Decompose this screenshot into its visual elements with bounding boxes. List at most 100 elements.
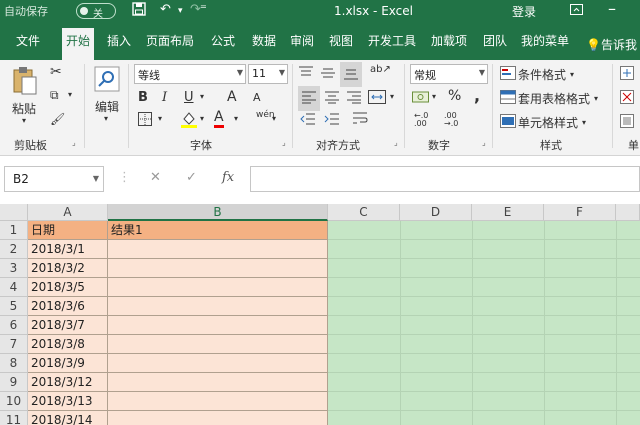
paste-dropdown-icon[interactable]: ▾ [22,116,26,125]
tab-review[interactable]: 审阅 [290,32,314,49]
column-header-a[interactable]: A [28,204,108,221]
tab-addins[interactable]: 加载项 [431,32,467,49]
underline-button[interactable]: U [184,90,194,105]
paste-button[interactable]: 粘贴 [12,100,36,117]
tab-developer[interactable]: 开发工具 [368,32,416,49]
column-header-f[interactable]: F [544,204,616,221]
fill-color-dropdown-icon[interactable]: ▾ [200,114,204,123]
row-header[interactable]: 3 [0,259,28,278]
alignment-launcher-icon[interactable]: ⌟ [394,138,398,147]
increase-decimal-icon[interactable]: ←.0.00 [414,112,428,128]
cell-b[interactable] [108,373,328,392]
increase-indent-icon[interactable] [324,112,340,129]
cell-b[interactable] [108,392,328,411]
tab-insert[interactable]: 插入 [107,32,131,49]
column-header-partial[interactable] [616,204,640,221]
cell-a[interactable]: 2018/3/8 [28,335,108,354]
tab-file[interactable]: 文件 [16,32,40,49]
row-header[interactable]: 4 [0,278,28,297]
cell-a[interactable]: 2018/3/6 [28,297,108,316]
insert-function-icon[interactable]: fx [222,170,234,185]
cell-a[interactable]: 2018/3/13 [28,392,108,411]
cell-a[interactable]: 2018/3/14 [28,411,108,425]
align-bottom-icon[interactable] [340,62,362,87]
cancel-icon[interactable]: ✕ [150,170,161,185]
cell-a[interactable]: 2018/3/12 [28,373,108,392]
tab-team[interactable]: 团队 [483,32,507,49]
row-header[interactable]: 11 [0,411,28,425]
format-painter-icon[interactable]: 🖌 [50,112,65,126]
find-icon[interactable] [94,66,120,95]
formula-input[interactable] [250,166,640,192]
align-left-icon[interactable] [298,86,320,111]
font-color-dropdown-icon[interactable]: ▾ [234,114,238,123]
row-header[interactable]: 8 [0,354,28,373]
comma-button[interactable]: , [474,86,480,105]
italic-button[interactable]: I [162,90,167,105]
customize-toolbar-icon[interactable]: ⁼ [200,2,207,17]
copy-dropdown-icon[interactable]: ▾ [68,90,72,99]
cell-a[interactable]: 2018/3/1 [28,240,108,259]
font-color-button[interactable]: A [214,110,224,128]
align-center-icon[interactable] [324,90,340,107]
decrease-decimal-icon[interactable]: .00 →.0 [444,112,458,128]
orientation-icon[interactable]: ab↗ [370,64,391,75]
align-right-icon[interactable] [346,90,362,107]
conditional-format-button[interactable]: 条件格式 [518,66,566,83]
cell-b[interactable] [108,354,328,373]
column-header-e[interactable]: E [472,204,544,221]
undo-icon[interactable]: ↶ [160,2,171,17]
cell-a[interactable]: 2018/3/5 [28,278,108,297]
cut-icon[interactable]: ✂ [50,64,62,80]
cell-b[interactable] [108,316,328,335]
row-header[interactable]: 6 [0,316,28,335]
wrap-text-icon[interactable] [352,110,368,129]
grow-font-button[interactable]: A [227,89,237,105]
format-cells-icon[interactable] [620,114,634,131]
tell-me-search[interactable]: 💡告诉我 [586,36,637,53]
borders-icon[interactable] [138,112,152,129]
green-filled-range[interactable] [328,221,640,425]
align-top-icon[interactable] [298,66,314,83]
insert-cells-icon[interactable] [620,66,634,83]
enter-icon[interactable]: ✓ [186,170,197,185]
tab-data[interactable]: 数据 [252,32,276,49]
cell-a[interactable]: 2018/3/2 [28,259,108,278]
ribbon-display-icon[interactable] [570,4,583,19]
cell-b[interactable] [108,297,328,316]
tab-home[interactable]: 开始 [62,28,95,60]
row-header[interactable]: 1 [0,221,28,240]
font-launcher-icon[interactable]: ⌟ [282,138,286,147]
cell-b[interactable] [108,335,328,354]
editing-dropdown-icon[interactable]: ▾ [104,114,108,123]
row-header[interactable]: 10 [0,392,28,411]
decrease-indent-icon[interactable] [300,112,316,129]
cell-a[interactable]: 2018/3/7 [28,316,108,335]
column-header-d[interactable]: D [400,204,472,221]
currency-dropdown-icon[interactable]: ▾ [432,92,436,101]
cell-b[interactable] [108,259,328,278]
paste-icon[interactable] [12,66,38,99]
phonetic-dropdown-icon[interactable]: ▾ [272,114,276,123]
number-launcher-icon[interactable]: ⌟ [482,138,486,147]
cell-b[interactable] [108,411,328,425]
cell-styles-icon[interactable] [500,114,516,131]
column-header-b[interactable]: B [108,204,328,221]
login-link[interactable]: 登录 [512,3,536,20]
cell-b[interactable] [108,278,328,297]
cell-b[interactable] [108,240,328,259]
row-header[interactable]: 5 [0,297,28,316]
row-header[interactable]: 9 [0,373,28,392]
underline-dropdown-icon[interactable]: ▾ [200,92,204,101]
font-name-combo[interactable]: 等线 ▼ [134,64,246,84]
tab-my-menu[interactable]: 我的菜单 [521,32,569,49]
tab-formulas[interactable]: 公式 [211,32,235,49]
font-size-combo[interactable]: 11 ▼ [248,64,288,84]
row-header[interactable]: 7 [0,335,28,354]
merge-dropdown-icon[interactable]: ▾ [390,92,394,101]
minimize-icon[interactable]: – [608,0,616,18]
tab-page-layout[interactable]: 页面布局 [146,32,194,49]
delete-cells-icon[interactable] [620,90,634,107]
cell-a[interactable]: 2018/3/9 [28,354,108,373]
borders-dropdown-icon[interactable]: ▾ [158,114,162,123]
